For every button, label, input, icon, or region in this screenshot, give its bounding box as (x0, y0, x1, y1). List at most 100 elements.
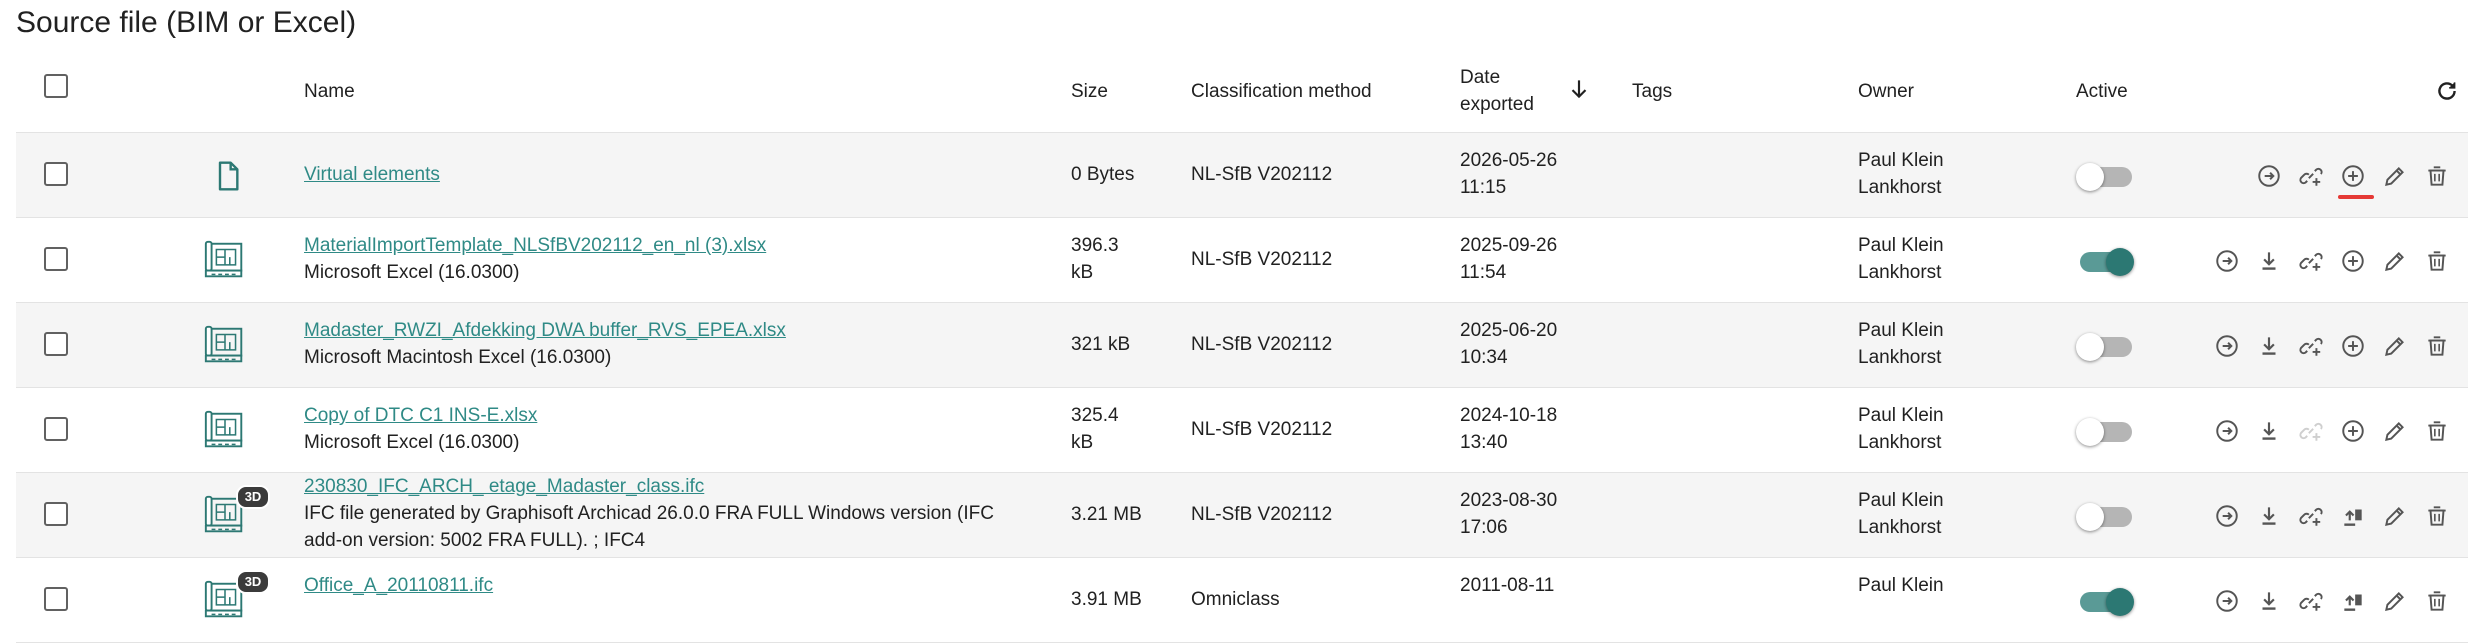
building-plan-icon (202, 323, 248, 369)
download-icon[interactable] (2256, 418, 2282, 444)
active-toggle[interactable] (2076, 588, 2134, 616)
classification-method: NL-SfB V202112 (1191, 164, 1333, 185)
owner-column-header[interactable]: Owner (1858, 78, 1914, 105)
date-exported: 2024-10-18 13:40 (1460, 402, 1557, 456)
delete-trash-icon[interactable] (2424, 248, 2450, 274)
delete-trash-icon[interactable] (2424, 588, 2450, 614)
download-icon[interactable] (2256, 588, 2282, 614)
file-name-link[interactable]: Office_A_20110811.ifc (304, 575, 493, 596)
date-header-line1: Date (1460, 67, 1501, 88)
file-name-link[interactable]: MaterialImportTemplate_NLSfBV202112_en_n… (304, 235, 766, 256)
row-checkbox[interactable] (44, 247, 68, 271)
active-column-header[interactable]: Active (2076, 78, 2128, 105)
file-size: 3.21 MB (1071, 504, 1142, 525)
row-checkbox[interactable] (44, 587, 68, 611)
open-arrow-icon[interactable] (2214, 418, 2240, 444)
open-arrow-icon[interactable] (2214, 333, 2240, 359)
owner-line2: Lankhorst (1858, 177, 1942, 198)
file-size: 396.3 kB (1071, 232, 1119, 286)
open-arrow-icon[interactable] (2214, 248, 2240, 274)
download-icon[interactable] (2256, 333, 2282, 359)
row-checkbox[interactable] (44, 332, 68, 356)
link-add-icon[interactable] (2298, 503, 2324, 529)
delete-trash-icon[interactable] (2424, 163, 2450, 189)
file-description-line1: IFC file generated by Graphisoft Archica… (304, 503, 994, 524)
select-all-checkbox[interactable] (44, 74, 68, 98)
owner-line2: Lankhorst (1858, 517, 1942, 538)
edit-pencil-icon[interactable] (2382, 503, 2408, 529)
delete-trash-icon[interactable] (2424, 333, 2450, 359)
date-value: 2023-08-30 (1460, 490, 1558, 511)
owner-line2: Lankhorst (1858, 262, 1942, 283)
date-value: 2026-05-26 (1460, 150, 1558, 171)
link-add-icon[interactable] (2298, 163, 2324, 189)
file-description: Microsoft Excel (16.0300) (304, 262, 520, 283)
table-row: 3D 230830_IFC_ARCH_ etage_Madaster_class… (16, 473, 2468, 558)
row-checkbox[interactable] (44, 162, 68, 186)
add-circle-icon[interactable] (2340, 163, 2366, 189)
row-checkbox[interactable] (44, 502, 68, 526)
active-toggle[interactable] (2076, 418, 2134, 446)
link-add-icon[interactable] (2298, 333, 2324, 359)
row-checkbox[interactable] (44, 417, 68, 441)
classification-method: NL-SfB V202112 (1191, 334, 1333, 355)
classification-column-header[interactable]: Classification method (1191, 78, 1372, 105)
date-exported: 2025-06-20 10:34 (1460, 317, 1557, 371)
edit-pencil-icon[interactable] (2382, 163, 2408, 189)
owner: Paul Klein Lankhorst (1858, 232, 1944, 286)
active-toggle[interactable] (2076, 163, 2134, 191)
active-toggle[interactable] (2076, 503, 2134, 531)
file-name-link[interactable]: Copy of DTC C1 INS-E.xlsx (304, 405, 537, 426)
refresh-icon[interactable] (2434, 78, 2460, 104)
table-row: MaterialImportTemplate_NLSfBV202112_en_n… (16, 218, 2468, 303)
3d-badge: 3D (236, 570, 270, 594)
tags-column-header[interactable]: Tags (1632, 78, 1672, 105)
edit-pencil-icon[interactable] (2382, 418, 2408, 444)
name-column-header[interactable]: Name (304, 78, 355, 105)
edit-pencil-icon[interactable] (2382, 333, 2408, 359)
time-value: 10:34 (1460, 347, 1508, 368)
date-column-header[interactable]: Date exported (1460, 64, 1534, 118)
owner-line1: Paul Klein (1858, 235, 1944, 256)
highlight-underline (2338, 195, 2374, 199)
upload-icon[interactable] (2340, 503, 2366, 529)
owner: Paul Klein Lankhorst (1858, 487, 1944, 541)
table-row: Madaster_RWZI_Afdekking DWA buffer_RVS_E… (16, 303, 2468, 388)
open-arrow-icon[interactable] (2256, 163, 2282, 189)
file-name-link[interactable]: Virtual elements (304, 164, 440, 185)
delete-trash-icon[interactable] (2424, 503, 2450, 529)
open-arrow-icon[interactable] (2214, 503, 2240, 529)
add-circle-icon[interactable] (2340, 248, 2366, 274)
active-toggle[interactable] (2076, 333, 2134, 361)
date-exported: 2025-09-26 11:54 (1460, 232, 1557, 286)
owner-line1: Paul Klein (1858, 490, 1944, 511)
download-icon[interactable] (2256, 248, 2282, 274)
file-name-link[interactable]: 230830_IFC_ARCH_ etage_Madaster_class.if… (304, 476, 704, 497)
edit-pencil-icon[interactable] (2382, 588, 2408, 614)
link-add-icon[interactable] (2298, 588, 2324, 614)
file-size: 0 Bytes (1071, 164, 1135, 185)
file-name-link[interactable]: Madaster_RWZI_Afdekking DWA buffer_RVS_E… (304, 320, 786, 341)
owner-line1: Paul Klein (1858, 575, 1944, 596)
sort-descending-icon[interactable] (1566, 76, 1592, 102)
link-add-icon[interactable] (2298, 248, 2324, 274)
table-row: Virtual elements 0 Bytes NL-SfB V202112 … (16, 133, 2468, 218)
upload-icon[interactable] (2340, 588, 2366, 614)
file-description-line2: add-on version: 5002 FRA FULL). ; IFC4 (304, 530, 646, 551)
add-circle-icon[interactable] (2340, 333, 2366, 359)
owner: Paul Klein Lankhorst (1858, 402, 1944, 456)
size-line2: kB (1071, 432, 1094, 453)
file-description: Microsoft Macintosh Excel (16.0300) (304, 347, 612, 368)
active-toggle[interactable] (2076, 248, 2134, 276)
download-icon[interactable] (2256, 503, 2282, 529)
owner-line2: Lankhorst (1858, 347, 1942, 368)
classification-method: NL-SfB V202112 (1191, 504, 1333, 525)
date-header-line2: exported (1460, 94, 1534, 115)
add-circle-icon[interactable] (2340, 418, 2366, 444)
classification-method: NL-SfB V202112 (1191, 249, 1333, 270)
size-column-header[interactable]: Size (1071, 78, 1108, 105)
owner: Paul Klein Lankhorst (1858, 147, 1944, 201)
edit-pencil-icon[interactable] (2382, 248, 2408, 274)
delete-trash-icon[interactable] (2424, 418, 2450, 444)
open-arrow-icon[interactable] (2214, 588, 2240, 614)
